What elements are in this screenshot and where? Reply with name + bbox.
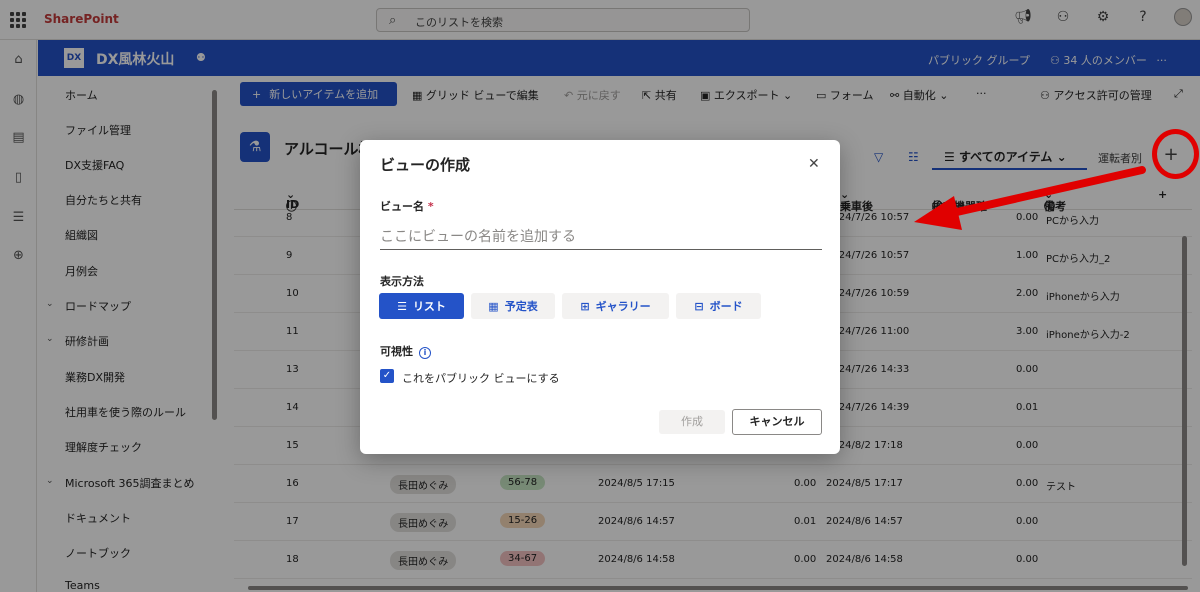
info-icon[interactable]: i bbox=[419, 347, 431, 359]
close-icon[interactable]: ✕ bbox=[808, 156, 820, 172]
public-view-label: これをパブリック ビューにする bbox=[402, 372, 560, 385]
visibility-label: 可視性 i bbox=[380, 343, 431, 359]
option-list-button[interactable]: ☰ リスト bbox=[379, 293, 464, 319]
display-method-label: 表示方法 bbox=[380, 275, 424, 288]
gallery-icon: ⊞ bbox=[580, 299, 590, 313]
dialog-title: ビューの作成 bbox=[380, 156, 471, 174]
view-name-label: ビュー名 * bbox=[380, 200, 434, 213]
public-view-checkbox[interactable]: ✓ bbox=[380, 369, 394, 383]
board-icon: ⊟ bbox=[694, 299, 704, 313]
cancel-button[interactable]: キャンセル bbox=[732, 409, 822, 435]
required-mark: * bbox=[427, 200, 434, 213]
view-name-input[interactable] bbox=[380, 224, 822, 250]
list-icon: ☰ bbox=[397, 299, 407, 313]
highlight-circle bbox=[1152, 129, 1199, 179]
create-button[interactable]: 作成 bbox=[659, 410, 725, 434]
option-board-button[interactable]: ⊟ ボード bbox=[676, 293, 761, 319]
create-view-dialog: ビューの作成 ✕ ビュー名 * 表示方法 ☰リスト ▦予定表 ⊞ギャラリー ⊟ボ… bbox=[360, 140, 840, 454]
calendar-icon: ▦ bbox=[488, 299, 499, 313]
option-calendar-button[interactable]: ▦ 予定表 bbox=[471, 293, 555, 319]
option-gallery-button[interactable]: ⊞ ギャラリー bbox=[562, 293, 669, 319]
